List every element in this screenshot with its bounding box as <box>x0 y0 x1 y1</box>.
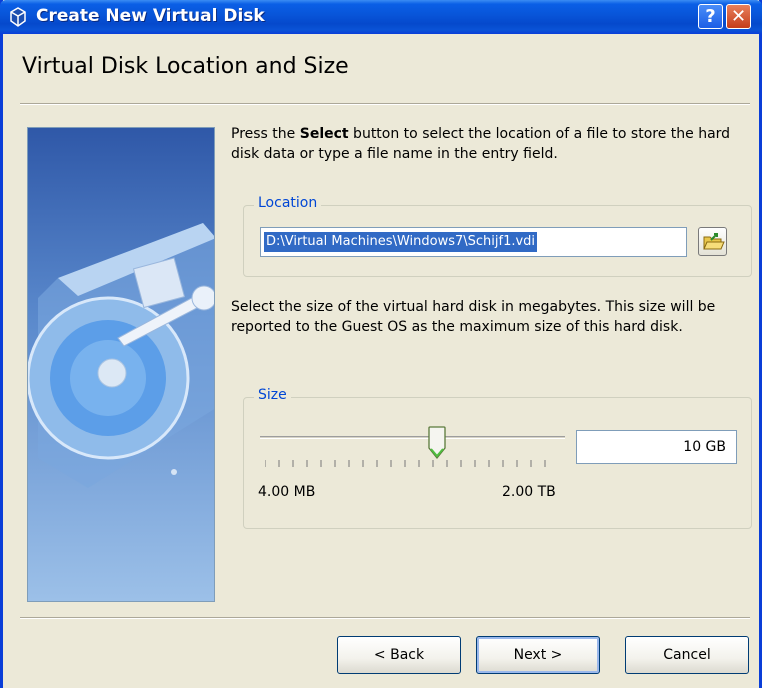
header-divider <box>20 103 750 105</box>
size-slider-thumb[interactable] <box>428 426 446 460</box>
location-input[interactable]: D:\Virtual Machines\Windows7\Schijf1.vdi <box>260 227 687 257</box>
virtualbox-icon <box>10 7 26 27</box>
next-button[interactable]: Next > <box>476 636 600 674</box>
help-button[interactable]: ? <box>698 4 723 29</box>
hard-disk-illustration <box>27 127 215 602</box>
page-heading: Virtual Disk Location and Size <box>22 54 349 79</box>
location-legend: Location <box>254 195 322 211</box>
footer-divider <box>20 617 750 619</box>
select-location-button[interactable] <box>698 227 727 256</box>
size-legend: Size <box>254 387 291 403</box>
cancel-button[interactable]: Cancel <box>625 636 749 674</box>
intro-text: Press the Select button to select the lo… <box>231 124 746 164</box>
folder-open-icon <box>703 233 725 250</box>
title-bar[interactable]: Create New Virtual Disk ? ✕ <box>0 0 762 34</box>
close-button[interactable]: ✕ <box>726 4 751 29</box>
size-slider-track[interactable] <box>260 436 565 439</box>
intro-prefix: Press the <box>231 126 300 142</box>
size-max-label: 2.00 TB <box>502 484 556 500</box>
size-slider-ticks <box>265 460 546 467</box>
size-input[interactable]: 10 GB <box>576 430 737 464</box>
back-button[interactable]: < Back <box>337 636 461 674</box>
size-min-label: 4.00 MB <box>258 484 316 500</box>
window-title: Create New Virtual Disk <box>36 6 265 26</box>
size-description: Select the size of the virtual hard disk… <box>231 299 716 335</box>
intro-select-word: Select <box>299 126 349 142</box>
location-value: D:\Virtual Machines\Windows7\Schijf1.vdi <box>264 232 538 252</box>
hard-disk-icon <box>28 223 214 488</box>
